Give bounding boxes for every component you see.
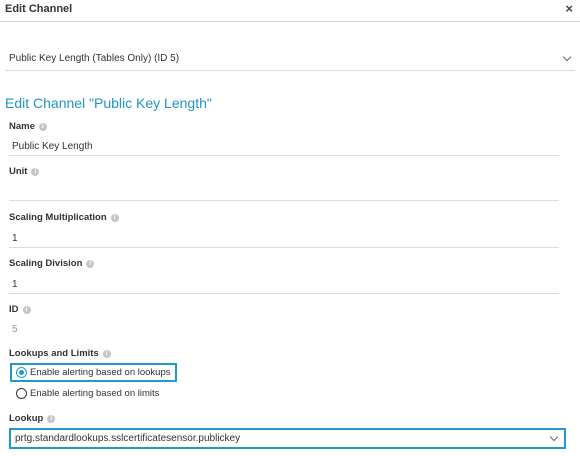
- radio-enable-lookups[interactable]: Enable alerting based on lookups: [10, 363, 177, 382]
- dialog-titlebar: Edit Channel ×: [0, 0, 580, 22]
- chevron-down-icon: [549, 432, 559, 442]
- unit-field[interactable]: [9, 181, 559, 201]
- lookup-select-value: prtg.standardlookups.sslcertificatesenso…: [15, 433, 241, 444]
- unit-label: Unit i: [9, 166, 40, 177]
- lookups-and-limits-label-text: Lookups and Limits: [9, 348, 99, 359]
- close-icon[interactable]: ×: [565, 2, 573, 16]
- info-icon[interactable]: i: [102, 349, 111, 358]
- unit-label-text: Unit: [9, 166, 28, 177]
- scaling-division-label-text: Scaling Division: [9, 258, 83, 269]
- scaling-multiplication-label: Scaling Multiplication i: [9, 212, 119, 223]
- dialog-title: Edit Channel: [5, 3, 73, 15]
- name-field[interactable]: Public Key Length: [9, 136, 559, 156]
- scaling-multiplication-label-text: Scaling Multiplication: [9, 212, 107, 223]
- lookup-label: Lookup i: [9, 413, 56, 424]
- radio-button-checked[interactable]: [16, 367, 27, 378]
- lookups-and-limits-label: Lookups and Limits i: [9, 348, 111, 359]
- lookup-label-text: Lookup: [9, 413, 44, 424]
- radio-enable-lookups-label: Enable alerting based on lookups: [30, 367, 171, 378]
- id-label-text: ID: [9, 304, 19, 315]
- name-label: Name i: [9, 121, 47, 132]
- info-icon[interactable]: i: [31, 167, 40, 176]
- scaling-multiplication-value: 1: [12, 233, 18, 244]
- id-label: ID i: [9, 304, 31, 315]
- radio-enable-limits[interactable]: Enable alerting based on limits: [12, 384, 163, 403]
- name-label-text: Name: [9, 121, 35, 132]
- id-value: 5: [12, 324, 18, 335]
- scaling-division-label: Scaling Division i: [9, 258, 95, 269]
- radio-enable-limits-label: Enable alerting based on limits: [30, 388, 160, 399]
- scaling-division-field[interactable]: 1: [9, 274, 559, 294]
- channel-select[interactable]: Public Key Length (Tables Only) (ID 5): [5, 47, 575, 71]
- scaling-multiplication-field[interactable]: 1: [9, 228, 559, 248]
- channel-select-value: Public Key Length (Tables Only) (ID 5): [9, 53, 180, 64]
- info-icon[interactable]: i: [47, 414, 56, 423]
- name-field-value: Public Key Length: [12, 141, 93, 152]
- lookup-select[interactable]: prtg.standardlookups.sslcertificatesenso…: [9, 428, 566, 449]
- radio-button[interactable]: [16, 388, 27, 399]
- info-icon[interactable]: i: [110, 213, 119, 222]
- info-icon[interactable]: i: [86, 259, 95, 268]
- scaling-division-value: 1: [12, 279, 18, 290]
- page-title: Edit Channel "Public Key Length": [5, 95, 212, 111]
- info-icon[interactable]: i: [38, 122, 47, 131]
- info-icon[interactable]: i: [22, 305, 31, 314]
- id-field: 5: [9, 319, 559, 339]
- chevron-down-icon: [562, 52, 572, 62]
